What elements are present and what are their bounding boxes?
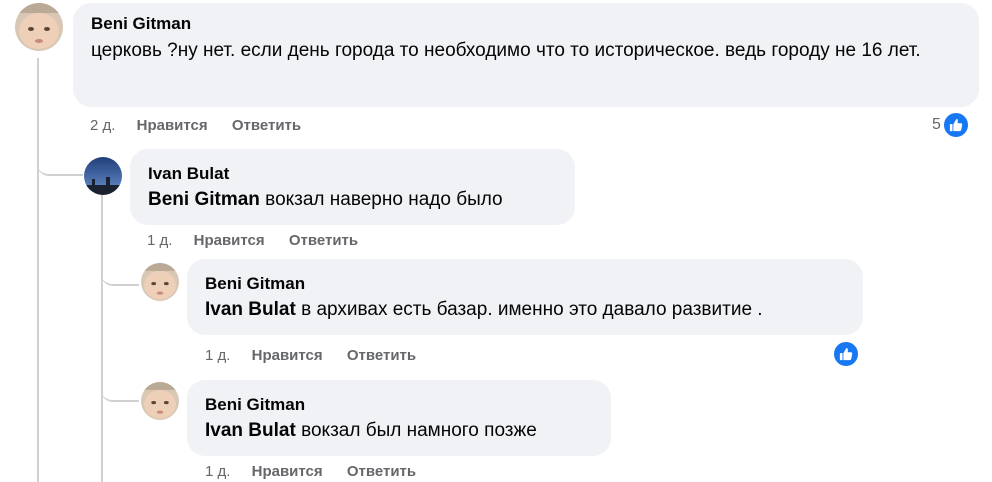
reply-button[interactable]: Ответить: [232, 117, 301, 134]
reaction-summary[interactable]: [834, 342, 858, 366]
baby-avatar-icon: [141, 382, 179, 420]
comment-author[interactable]: Beni Gitman: [205, 274, 305, 294]
comment-time[interactable]: 1 д.: [205, 347, 230, 364]
like-button[interactable]: Нравится: [137, 117, 208, 134]
comment-author[interactable]: Beni Gitman: [205, 395, 305, 415]
comment-actions: 1 д. Нравится Ответить: [205, 463, 416, 480]
like-icon: [943, 113, 968, 137]
like-icon: [834, 342, 858, 366]
thread-line-main: [37, 58, 39, 482]
avatar[interactable]: [15, 3, 63, 51]
baby-avatar-icon: [15, 3, 63, 51]
comment-body: вокзал наверно надо было: [259, 189, 503, 210]
reaction-summary[interactable]: 5: [932, 113, 968, 137]
reaction-count: 5: [932, 116, 941, 133]
landscape-avatar-icon: [84, 157, 122, 195]
avatar[interactable]: [84, 157, 122, 195]
mention-link[interactable]: Beni Gitman: [148, 189, 260, 210]
comment-text: Ivan Bulat вокзал был намного позже: [205, 416, 537, 445]
comment-body: вокзал был намного позже: [295, 420, 537, 441]
thread-connector-reply-3: [101, 380, 139, 402]
reply-button[interactable]: Ответить: [347, 463, 416, 480]
comment-text: церковь ?ну нет. если день города то нео…: [91, 40, 921, 61]
thread-line-reply: [101, 193, 103, 482]
avatar[interactable]: [141, 263, 179, 301]
comment-author[interactable]: Beni Gitman: [91, 14, 191, 34]
comment-time[interactable]: 1 д.: [205, 463, 230, 480]
baby-avatar-icon: [141, 263, 179, 301]
like-button[interactable]: Нравится: [194, 232, 265, 249]
comment-time[interactable]: 1 д.: [147, 232, 172, 249]
comment-time[interactable]: 2 д.: [90, 117, 115, 134]
comment-actions: 2 д. Нравится Ответить: [90, 117, 301, 134]
comment-text: Beni Gitman вокзал наверно надо было: [148, 185, 503, 214]
mention-link[interactable]: Ivan Bulat: [205, 299, 296, 320]
thread-connector-reply-1: [37, 150, 83, 176]
like-button[interactable]: Нравится: [252, 463, 323, 480]
comment-text: Ivan Bulat в архивах есть базар. именно …: [205, 295, 763, 324]
comment-author[interactable]: Ivan Bulat: [148, 164, 229, 184]
comment-actions: 1 д. Нравится Ответить: [147, 232, 358, 249]
comment-actions: 1 д. Нравится Ответить: [205, 347, 416, 364]
reply-button[interactable]: Ответить: [347, 347, 416, 364]
reply-button[interactable]: Ответить: [289, 232, 358, 249]
like-button[interactable]: Нравится: [252, 347, 323, 364]
mention-link[interactable]: Ivan Bulat: [205, 420, 296, 441]
avatar[interactable]: [141, 382, 179, 420]
comment-body: в архивах есть базар. именно это давало …: [295, 299, 763, 320]
thread-connector-reply-2: [101, 260, 139, 286]
